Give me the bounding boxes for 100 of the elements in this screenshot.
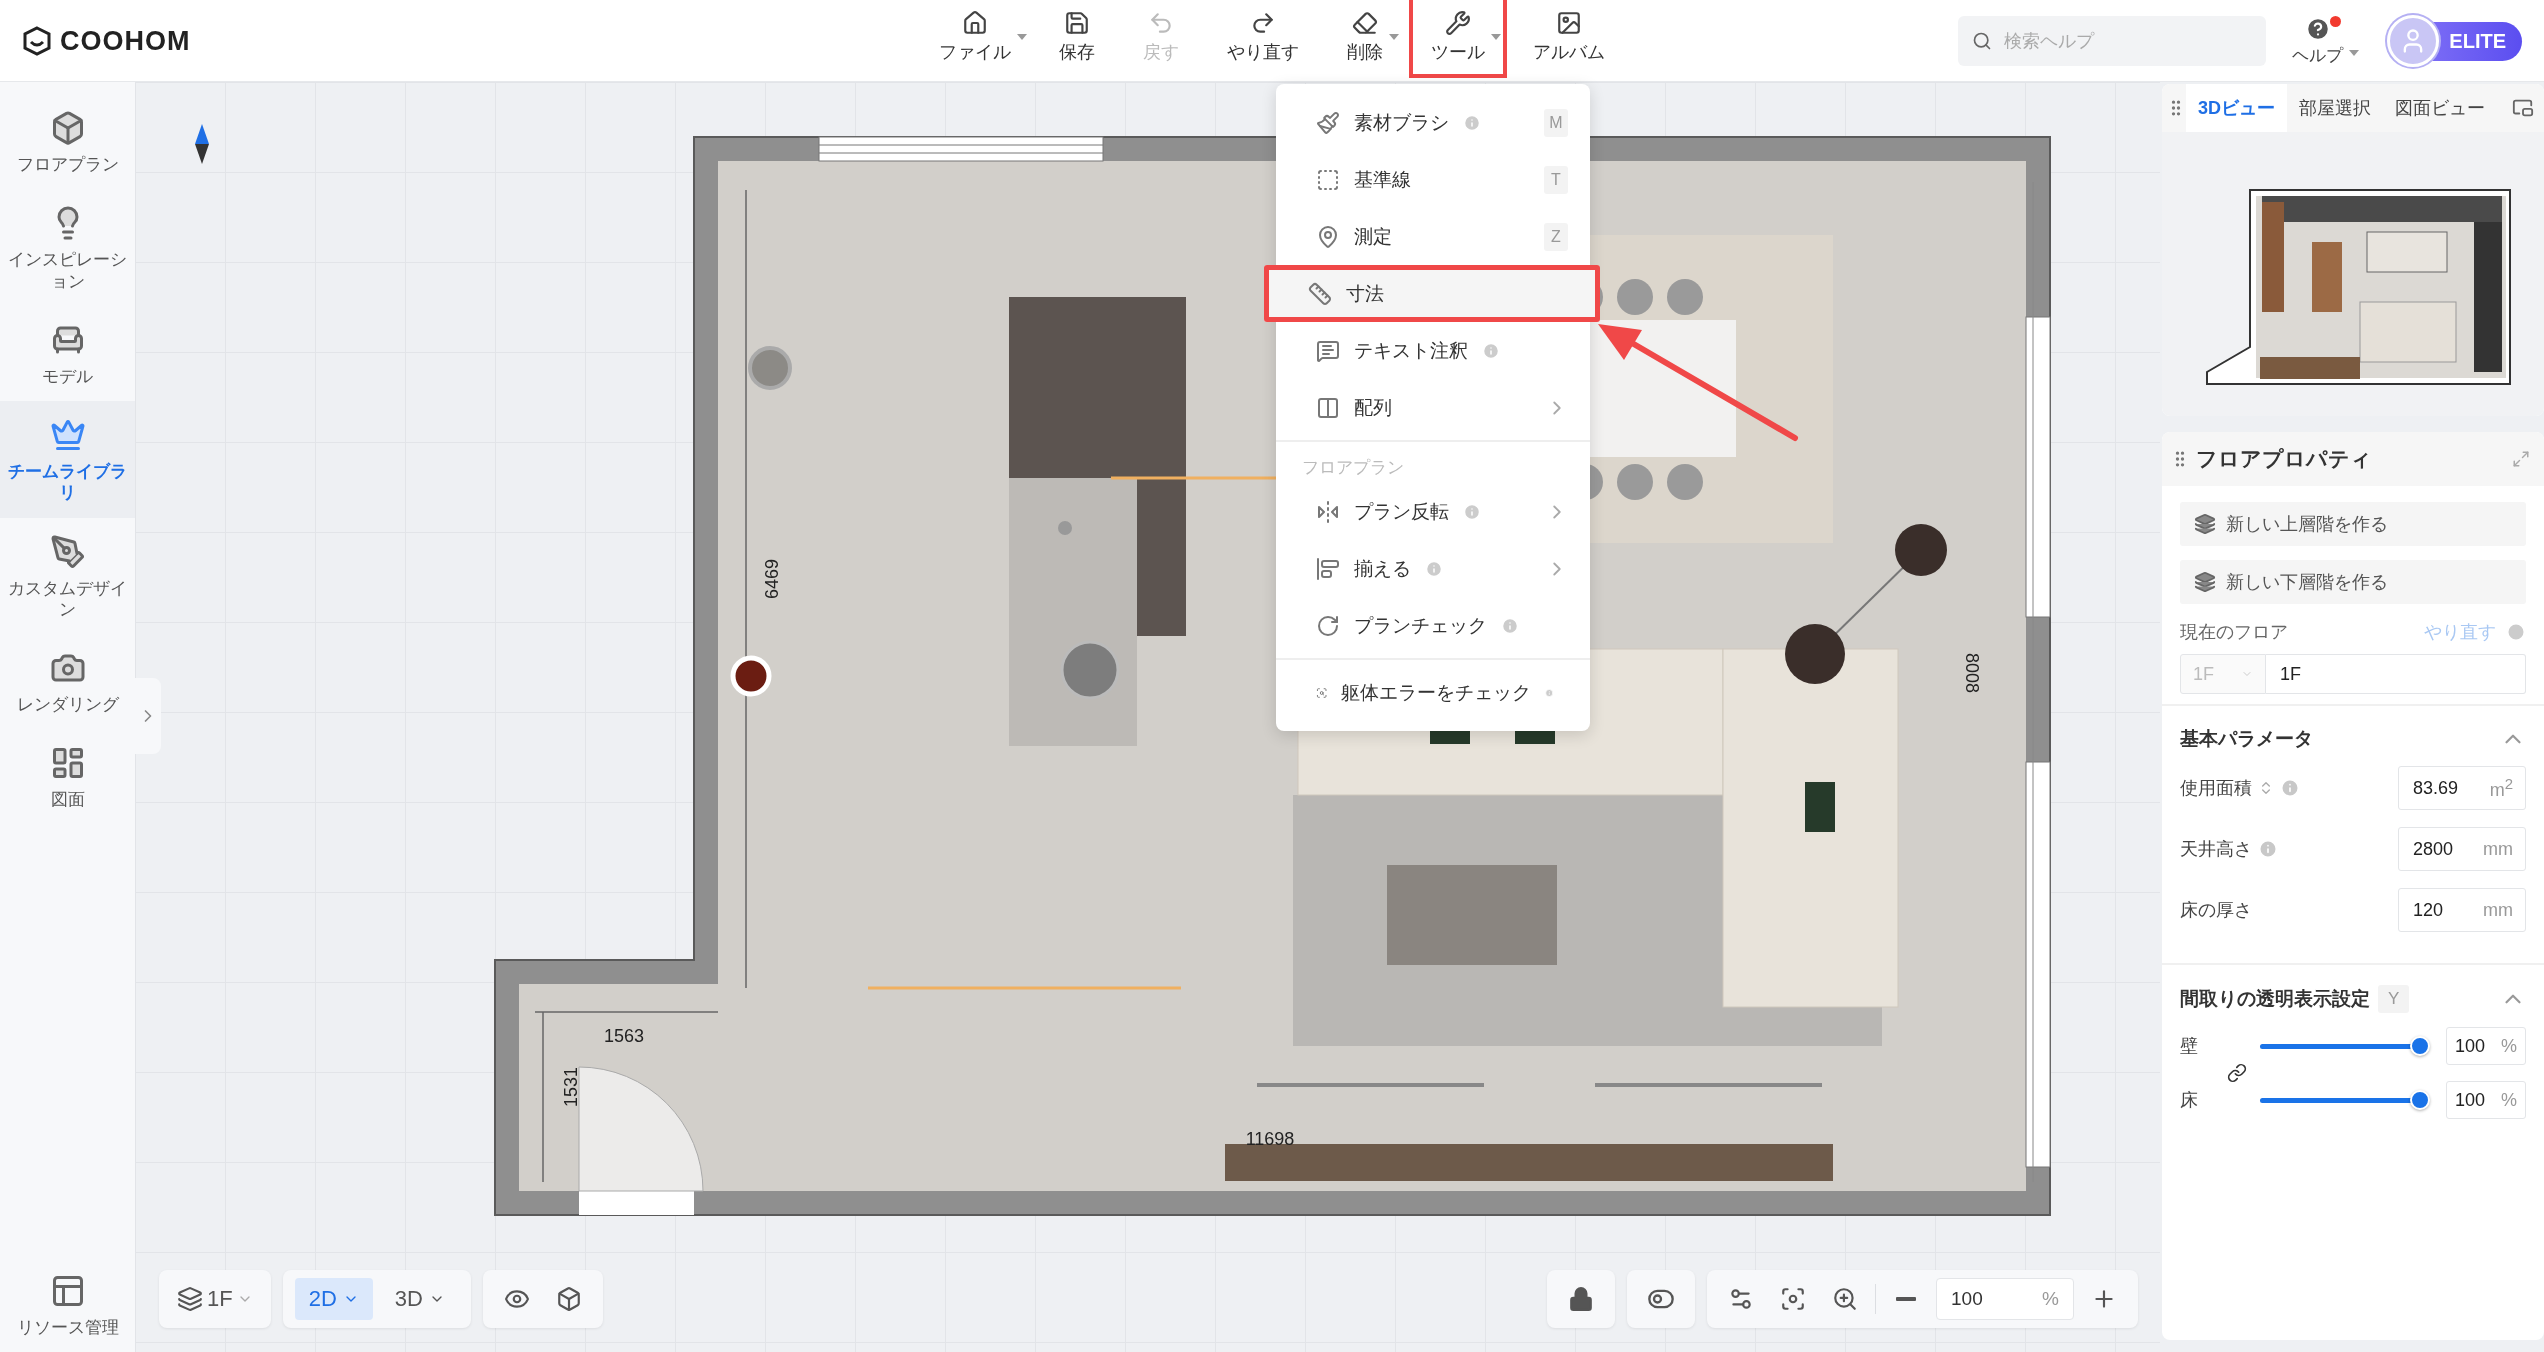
menu-item[interactable]: 素材ブラシ M: [1276, 94, 1590, 151]
zoom-field[interactable]: 100 %: [1936, 1278, 2074, 1320]
toolbar-icon: [1148, 10, 1174, 36]
menu-item-icon: [1316, 613, 1340, 638]
menu-item-icon: [1316, 395, 1340, 420]
layers-icon: [2194, 571, 2216, 593]
help-button[interactable]: ヘルプ: [2292, 15, 2362, 67]
sidebar-icon: [49, 533, 86, 570]
slider-thumb[interactable]: [2410, 1090, 2430, 1110]
sidebar-icon: [49, 417, 86, 453]
view-tab[interactable]: 図面ビュー: [2383, 84, 2497, 132]
logo-icon: [22, 26, 52, 56]
popout-icon[interactable]: [2512, 97, 2534, 119]
search-field[interactable]: 検索ヘルプ: [1958, 16, 2267, 66]
sidebar-item[interactable]: インスピレーション: [0, 189, 135, 306]
avatar[interactable]: [2387, 15, 2440, 67]
toolbar-icon: [1445, 10, 1471, 36]
toolbar-button[interactable]: 削除: [1325, 0, 1405, 78]
settings-icon: [1728, 1286, 1754, 1312]
layers-icon: [2194, 513, 2216, 535]
menu-item[interactable]: 基準線 T: [1276, 151, 1590, 208]
menu-item[interactable]: 揃える: [1276, 540, 1590, 597]
view-tab[interactable]: 3Dビュー: [2186, 84, 2287, 132]
menu-item[interactable]: プラン反転: [1276, 483, 1590, 540]
lock-icon: [1568, 1286, 1594, 1312]
toolbar-icon: [1250, 10, 1276, 36]
logo-text: COOHOM: [60, 25, 191, 57]
create-floor-button[interactable]: 新しい下層階を作る: [2180, 560, 2526, 604]
caret-icon: [1491, 34, 1501, 40]
toolbar-icon: [1352, 10, 1378, 36]
chair: [1617, 464, 1653, 500]
menu-item-icon: [1316, 556, 1340, 581]
floor-name-input[interactable]: 1F: [2266, 654, 2526, 694]
view-tab[interactable]: 部屋選択: [2287, 84, 2383, 132]
param-field[interactable]: 83.69 m$^{2}$: [2398, 766, 2526, 810]
section-title: 間取りの透明表示設定: [2180, 987, 2370, 1011]
percent-field[interactable]: 100 %: [2446, 1027, 2526, 1065]
section-title: 基本パラメータ: [2180, 727, 2313, 751]
panel-title: フロアプロパティ: [2196, 446, 2373, 472]
sidebar-item[interactable]: 図面: [0, 729, 135, 825]
menu-item[interactable]: プランチェック: [1276, 597, 1590, 654]
dimension-label: 11698: [1245, 1128, 1295, 1150]
dimension-label: 1563: [604, 1025, 644, 1047]
sidebar-item[interactable]: モデル: [0, 305, 135, 401]
zoom-icon: [1832, 1286, 1858, 1312]
menu-item[interactable]: 寸法: [1264, 265, 1600, 322]
shortcut-key: M: [1544, 108, 1568, 137]
dimension-label: 6469: [761, 559, 783, 599]
param-field[interactable]: 2800 mm: [2398, 827, 2526, 871]
toolbar-button[interactable]: ツール: [1409, 0, 1507, 78]
shortcut-key: Y: [2378, 985, 2410, 1013]
menu-item-icon: [1316, 499, 1340, 524]
sidebar-item[interactable]: チームライブラリ: [0, 401, 135, 518]
toolbar-icon: [1556, 10, 1582, 36]
menu-item[interactable]: 配列: [1276, 379, 1590, 436]
shortcut-key: Z: [1544, 222, 1568, 251]
layers-icon: [177, 1286, 203, 1312]
focus-icon: [1780, 1286, 1806, 1312]
cube-icon: [555, 1286, 582, 1312]
caret-icon: [1017, 34, 1027, 40]
chair: [1617, 279, 1653, 315]
slider-thumb[interactable]: [2410, 1036, 2430, 1056]
link-icon[interactable]: [2227, 1063, 2247, 1083]
toolbar-button[interactable]: ファイル: [917, 0, 1033, 78]
toolbar-icon: [1064, 10, 1090, 36]
param-label: 床の厚さ: [2180, 899, 2252, 922]
slider-label: 床: [2180, 1089, 2199, 1112]
side-table: [730, 655, 772, 697]
menu-item-icon: [1316, 167, 1340, 192]
search-icon: [1972, 31, 1993, 51]
toolbar-button[interactable]: アルバム: [1511, 0, 1627, 78]
menu-item-icon: [1316, 110, 1340, 135]
sidebar-item[interactable]: フロアプラン: [0, 94, 135, 190]
sidebar-item[interactable]: レンダリング: [0, 634, 135, 730]
minus-icon: [1896, 1297, 1916, 1301]
sidebar-item[interactable]: リソース管理: [0, 1256, 135, 1352]
menu-item[interactable]: 測定 Z: [1276, 208, 1590, 265]
create-floor-button[interactable]: 新しい上層階を作る: [2180, 502, 2526, 546]
menu-heading: フロアプラン: [1301, 457, 1405, 479]
shortcut-key: T: [1544, 165, 1568, 194]
view-mode-tab[interactable]: 2D: [294, 1278, 373, 1320]
param-label: 天井高さ: [2180, 838, 2252, 861]
field-label: 現在のフロア: [2180, 621, 2288, 644]
toolbar-icon: [962, 10, 988, 36]
sidebar-item[interactable]: カスタムデザイン: [0, 517, 135, 634]
toolbar-button[interactable]: 保存: [1037, 0, 1117, 78]
compass-icon: [195, 124, 209, 164]
slider-label: 壁: [2180, 1035, 2199, 1058]
caret-icon: [2349, 49, 2360, 56]
view-mode-tab[interactable]: 3D: [380, 1278, 459, 1320]
dimension-label: 1531: [560, 1067, 582, 1107]
param-field[interactable]: 120 mm: [2398, 888, 2526, 932]
dimension-label: 8008: [1960, 653, 1982, 693]
percent-field[interactable]: 100 %: [2446, 1081, 2526, 1119]
menu-item[interactable]: 躯体エラーをチェック: [1276, 664, 1590, 721]
toolbar-button[interactable]: やり直す: [1205, 0, 1321, 78]
menu-item[interactable]: テキスト注釈: [1276, 322, 1590, 379]
chair: [1667, 279, 1703, 315]
menu-item-icon: [1316, 224, 1340, 249]
menu-item-icon: [1316, 338, 1340, 363]
